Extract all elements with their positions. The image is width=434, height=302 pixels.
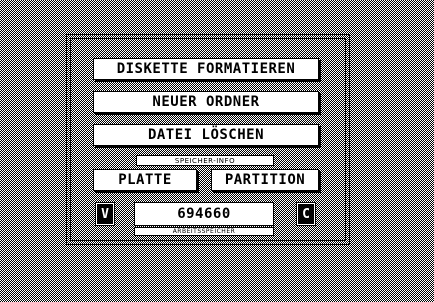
v-box[interactable]: V [95,202,115,226]
format-diskette-button[interactable]: DISKETTE FORMATIEREN [93,58,319,80]
partition-button[interactable]: PARTITION [211,169,319,191]
c-box[interactable]: C [296,202,316,226]
memory-label: ARBEITSSPEICHER [134,227,274,236]
new-folder-button[interactable]: NEUER ORDNER [93,91,319,113]
disk-tools-dialog: DISKETTE FORMATIEREN NEUER ORDNER DATEI … [66,34,350,245]
disk-button[interactable]: PLATTE [93,169,197,191]
memory-value-field: 694660 [134,202,274,226]
delete-file-button[interactable]: DATEI LÖSCHEN [93,124,319,146]
storage-info-label: SPEICHER-INFO [136,155,274,166]
